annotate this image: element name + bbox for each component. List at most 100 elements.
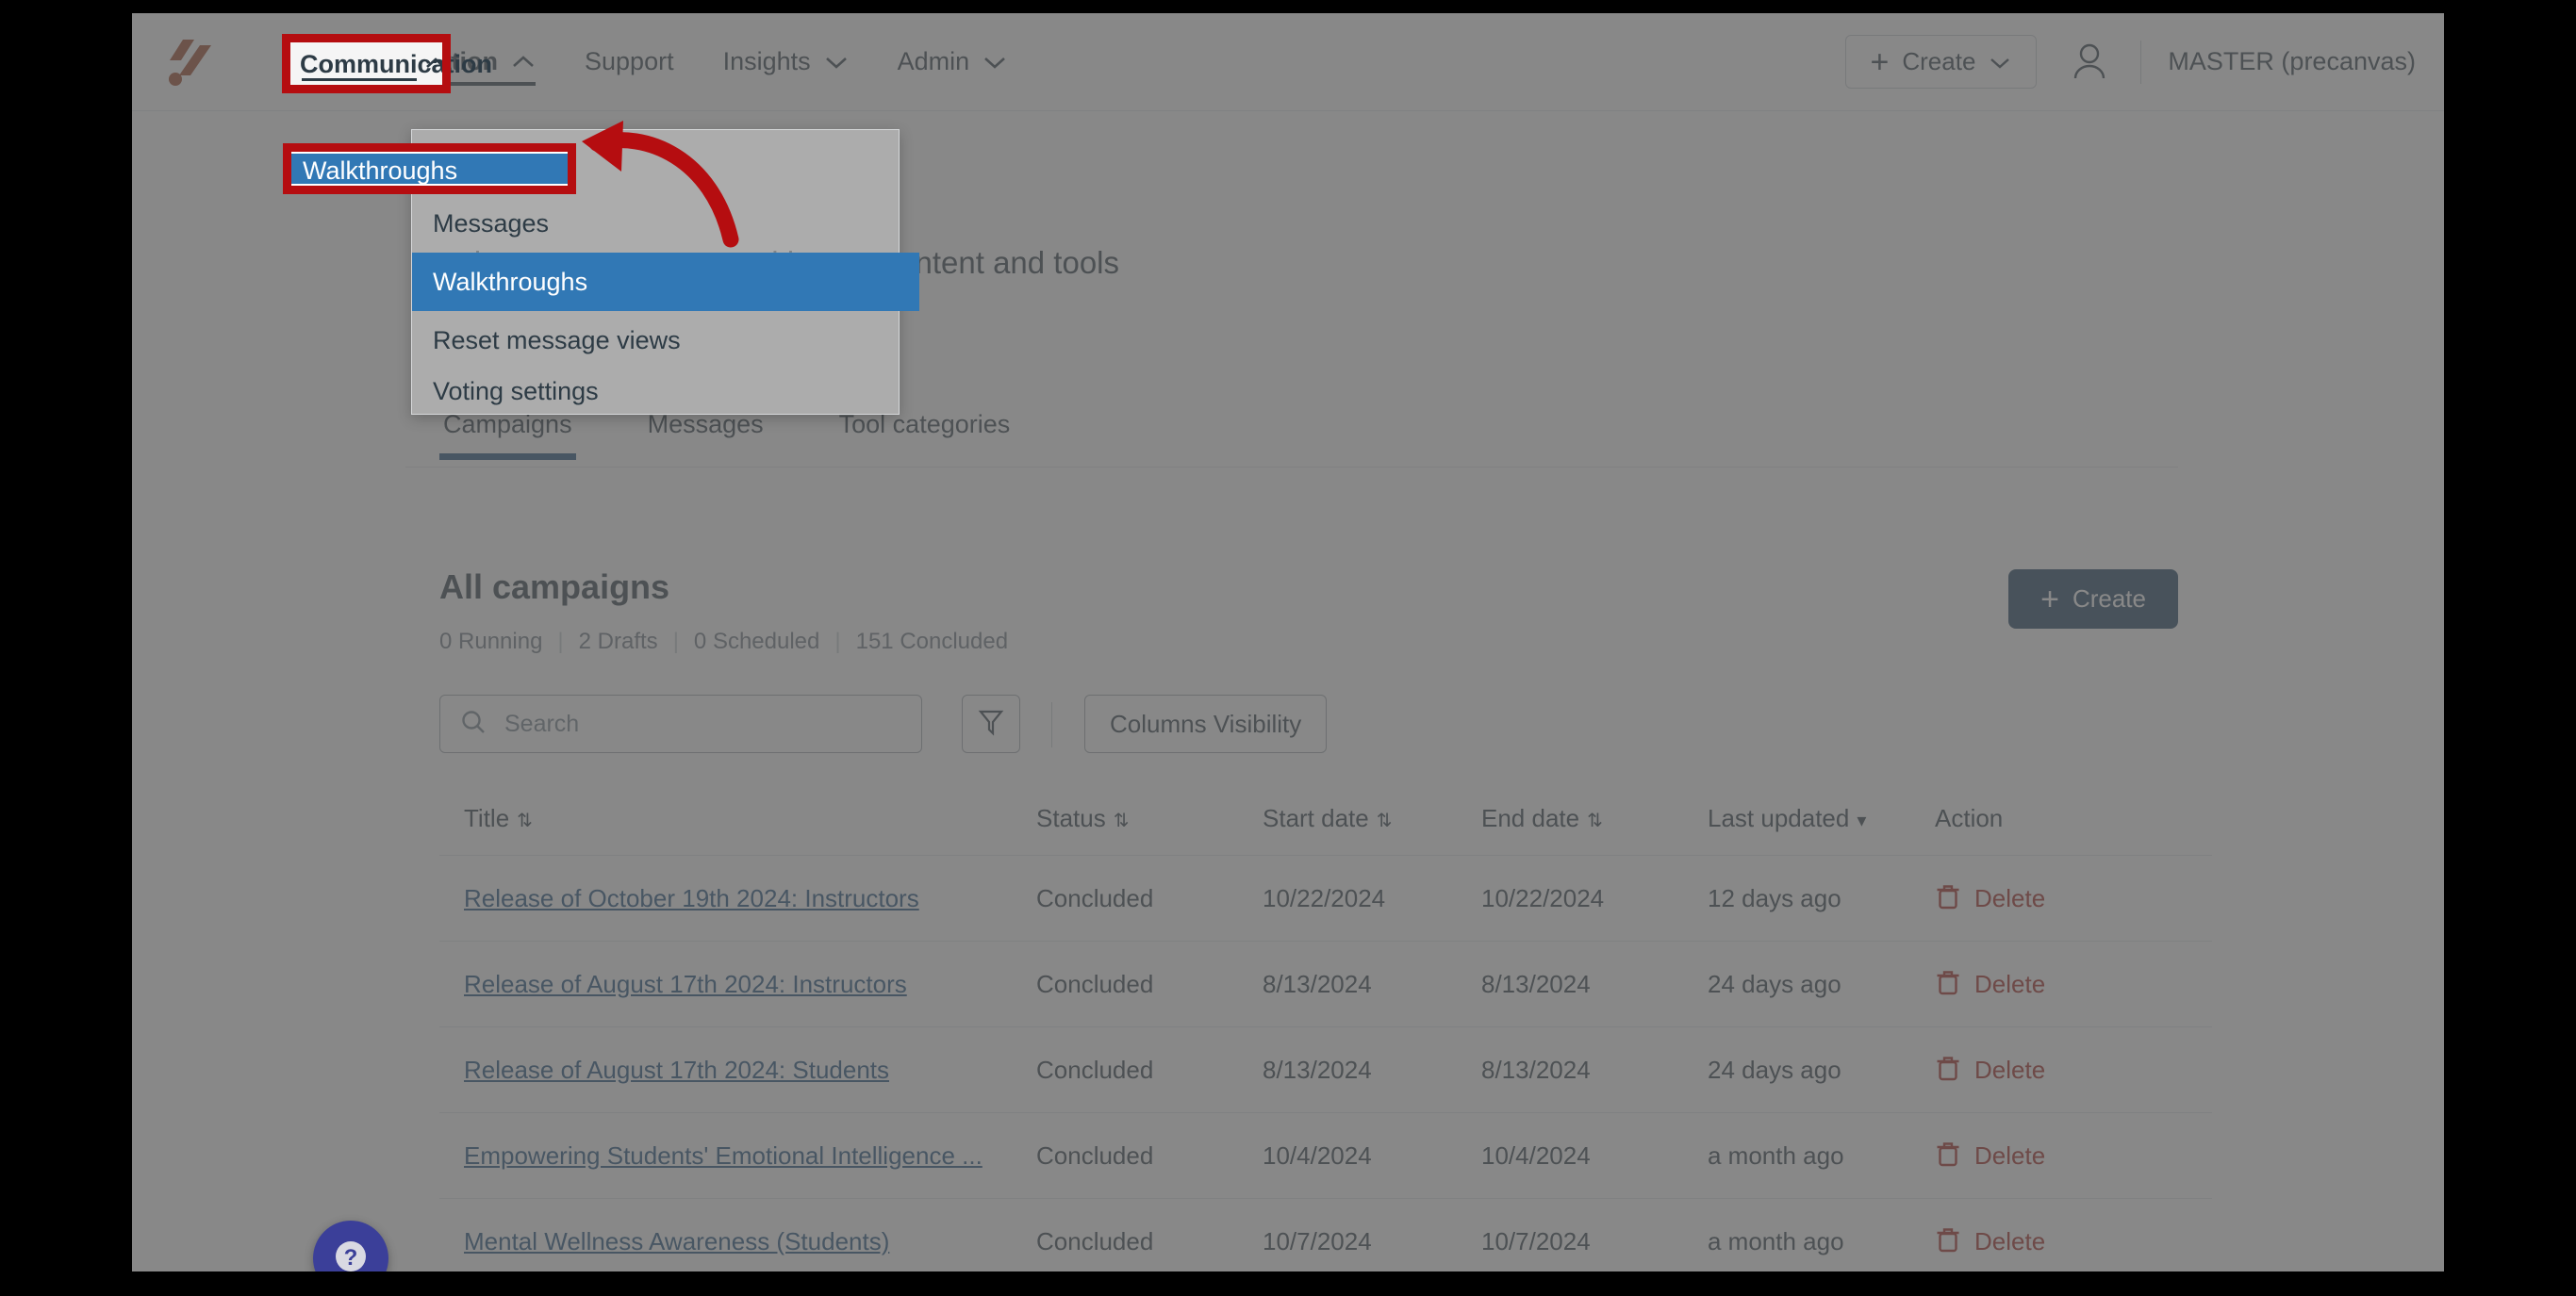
column-header-last-updated[interactable]: Last updated ▾	[1708, 804, 1935, 833]
search-field[interactable]	[439, 695, 922, 753]
table-row: Mental Wellness Awareness (Students) Conc…	[439, 1199, 2212, 1271]
delete-button[interactable]: Delete	[1935, 1225, 2212, 1258]
table-cell-start-date: 10/4/2024	[1263, 1141, 1481, 1171]
plus-icon: +	[1870, 43, 1890, 80]
plus-icon: +	[2040, 581, 2059, 617]
communication-dropdown-menu: Campaigns Messages Walkthroughs Reset me…	[411, 129, 919, 415]
column-header-action: Action	[1935, 804, 2212, 833]
delete-button[interactable]: Delete	[1935, 1140, 2212, 1173]
nav-item-communication-label: Communication	[305, 47, 499, 75]
campaign-title-link[interactable]: Release of August 17th 2024: Students	[464, 1056, 889, 1084]
end-date-value: 10/7/2024	[1481, 1226, 1591, 1255]
table-cell-status: Concluded	[1036, 1227, 1263, 1256]
delete-button[interactable]: Delete	[1935, 882, 2212, 915]
campaigns-table-body: Release of October 19th 2024: Instructor…	[439, 856, 2212, 1271]
precanvas-logo-icon[interactable]	[162, 38, 217, 89]
tab-tool-categories[interactable]: Tool categories	[801, 410, 1049, 460]
application-window: Communication Support Insights Admin + C…	[132, 13, 2444, 1271]
columns-visibility-button[interactable]: Columns Visibility	[1084, 695, 1328, 753]
dropdown-item-voting-settings[interactable]: Voting settings	[412, 369, 919, 414]
dropdown-item-messages[interactable]: Messages	[412, 194, 919, 253]
start-date-value: 10/4/2024	[1263, 1140, 1372, 1170]
tab-messages[interactable]: Messages	[610, 410, 801, 460]
end-date-value: 10/4/2024	[1481, 1140, 1591, 1170]
chevron-down-icon	[1989, 47, 2011, 76]
trash-icon	[1935, 882, 1961, 915]
stat-scheduled: 0 Scheduled	[693, 629, 820, 654]
nav-item-admin[interactable]: Admin	[873, 13, 1032, 110]
dropdown-item-reset-message-views-label: Reset message views	[433, 325, 681, 354]
dropdown-item-walkthroughs[interactable]: Walkthroughs	[412, 253, 919, 311]
table-cell-last-updated: a month ago	[1708, 1141, 1935, 1171]
campaign-title-link[interactable]: Mental Wellness Awareness (Students)	[464, 1227, 889, 1255]
end-date-value: 10/22/2024	[1481, 883, 1605, 912]
sort-desc-icon: ▾	[1857, 811, 1867, 831]
column-header-action-label: Action	[1935, 804, 2004, 832]
nav-item-communication[interactable]: Communication	[281, 13, 560, 110]
search-icon	[459, 708, 487, 741]
page-tabs: Campaigns Messages Tool categories	[405, 410, 1048, 460]
sort-both-icon: ⇅	[1113, 811, 1130, 831]
delete-button[interactable]: Delete	[1935, 968, 2212, 1001]
nav-item-support[interactable]: Support	[560, 13, 699, 110]
campaign-title-link[interactable]: Empowering Students' Emotional Intellige…	[464, 1141, 983, 1170]
last-updated-value: a month ago	[1708, 1140, 1844, 1170]
table-cell-end-date: 10/4/2024	[1481, 1141, 1708, 1171]
create-campaign-button[interactable]: + Create	[2008, 569, 2178, 629]
column-header-status-label: Status	[1036, 804, 1106, 832]
top-navigation-bar: Communication Support Insights Admin + C…	[132, 13, 2444, 111]
campaign-title-link[interactable]: Release of October 19th 2024: Instructor…	[464, 884, 919, 912]
table-cell-action: Delete	[1935, 1140, 2212, 1173]
start-date-value: 10/7/2024	[1263, 1226, 1372, 1255]
last-updated-value: 24 days ago	[1708, 969, 1841, 998]
help-button[interactable]: ?	[313, 1221, 388, 1271]
tab-campaigns[interactable]: Campaigns	[405, 410, 610, 460]
table-cell-end-date: 10/22/2024	[1481, 884, 1708, 913]
columns-visibility-button-label: Columns Visibility	[1110, 709, 1302, 738]
dropdown-item-walkthroughs-label: Walkthroughs	[433, 267, 588, 296]
status-value: Concluded	[1036, 1226, 1154, 1255]
status-value: Concluded	[1036, 1140, 1154, 1170]
dropdown-item-campaigns[interactable]: Campaigns	[412, 130, 919, 194]
last-updated-value: a month ago	[1708, 1226, 1844, 1255]
end-date-value: 8/13/2024	[1481, 969, 1591, 998]
column-header-start-date[interactable]: Start date ⇅	[1263, 804, 1481, 833]
table-cell-title: Release of August 17th 2024: Instructors	[439, 970, 1036, 999]
nav-divider	[2140, 40, 2142, 84]
column-header-status[interactable]: Status ⇅	[1036, 804, 1263, 833]
stat-drafts: 2 Drafts	[578, 629, 658, 654]
delete-button-label: Delete	[1974, 1140, 2046, 1170]
trash-icon	[1935, 968, 1961, 1001]
table-row: Release of October 19th 2024: Instructor…	[439, 856, 2212, 942]
create-campaign-button-label: Create	[2072, 584, 2146, 613]
table-cell-action: Delete	[1935, 1225, 2212, 1258]
nav-item-insights-label: Insights	[722, 47, 811, 75]
dropdown-item-messages-label: Messages	[433, 208, 550, 238]
table-cell-last-updated: 12 days ago	[1708, 884, 1935, 913]
search-input[interactable]	[503, 709, 902, 739]
table-cell-status: Concluded	[1036, 1141, 1263, 1171]
table-cell-action: Delete	[1935, 968, 2212, 1001]
table-cell-end-date: 10/7/2024	[1481, 1227, 1708, 1256]
nav-item-support-label: Support	[585, 47, 674, 75]
dropdown-item-reset-message-views[interactable]: Reset message views	[412, 311, 919, 369]
column-header-last-updated-label: Last updated	[1708, 804, 1850, 832]
delete-button-label: Delete	[1974, 1226, 2046, 1255]
table-cell-title: Release of October 19th 2024: Instructor…	[439, 884, 1036, 913]
column-header-title[interactable]: Title ⇅	[439, 804, 1036, 833]
account-name-label: MASTER (precanvas)	[2168, 47, 2416, 75]
stat-divider: |	[672, 629, 679, 654]
filter-button[interactable]	[962, 695, 1020, 753]
create-button-topnav[interactable]: + Create	[1844, 35, 2038, 89]
person-icon[interactable]	[2065, 38, 2114, 87]
nav-item-insights[interactable]: Insights	[699, 13, 873, 110]
column-header-end-date[interactable]: End date ⇅	[1481, 804, 1708, 833]
table-cell-end-date: 8/13/2024	[1481, 1056, 1708, 1085]
column-header-title-label: Title	[464, 804, 510, 832]
svg-text:?: ?	[344, 1245, 358, 1271]
nav-item-admin-label: Admin	[897, 47, 970, 75]
table-header-row: Title ⇅ Status ⇅ Start date ⇅ End date ⇅ Las…	[439, 782, 2212, 856]
campaign-title-link[interactable]: Release of August 17th 2024: Instructors	[464, 970, 907, 998]
delete-button[interactable]: Delete	[1935, 1054, 2212, 1087]
last-updated-value: 12 days ago	[1708, 883, 1841, 912]
